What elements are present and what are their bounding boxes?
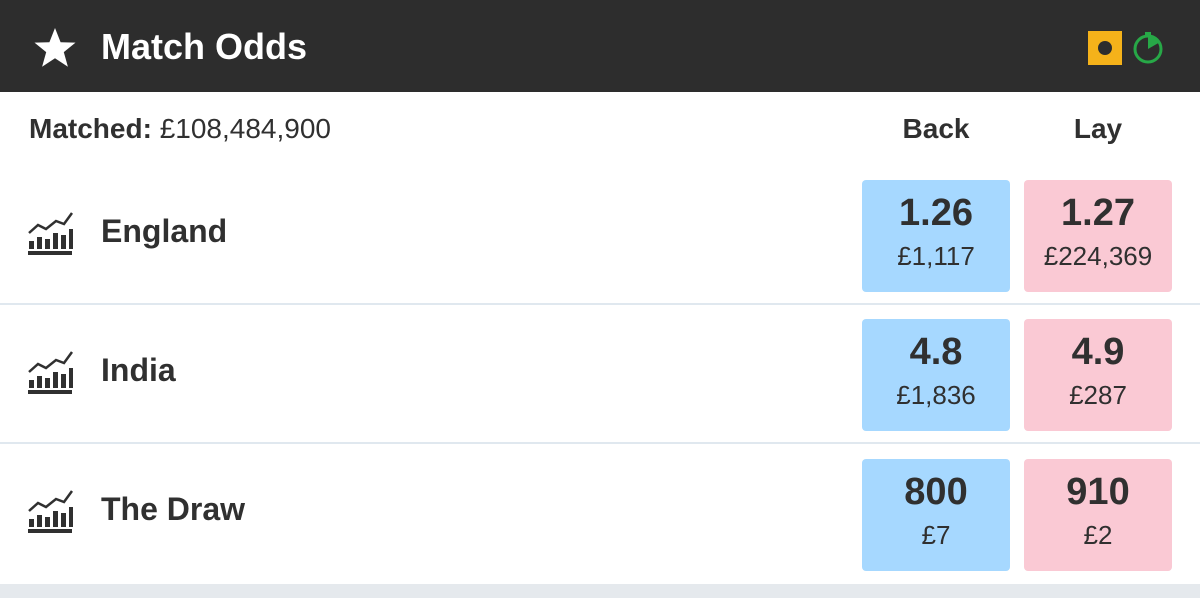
lay-amount: £224,369 — [1043, 241, 1153, 271]
back-odds: 4.8 — [909, 331, 963, 373]
runner-name: India — [101, 352, 176, 388]
lay-price-button[interactable]: 910 £2 — [1024, 459, 1172, 571]
lay-odds: 1.27 — [1061, 192, 1135, 234]
market-header: Match Odds — [0, 0, 1200, 92]
back-amount: £1,117 — [897, 241, 975, 271]
timer-icon — [1133, 32, 1163, 64]
market-title: Match Odds — [101, 26, 308, 67]
back-price-button[interactable]: 1.26 £1,117 — [862, 180, 1010, 292]
matched-amount: Matched: £108,484,900 — [29, 113, 331, 144]
price-chart-icon[interactable] — [26, 211, 74, 255]
live-indicator-icon — [1088, 31, 1122, 65]
lay-odds: 910 — [1066, 471, 1130, 513]
runner-name: England — [101, 213, 228, 249]
back-amount: £1,836 — [896, 380, 976, 410]
lay-amount: £287 — [1069, 380, 1127, 410]
price-chart-icon[interactable] — [26, 489, 74, 533]
runner-row: England 1.26 £1,117 1.27 £224,369 — [0, 166, 1200, 305]
footer-bar — [0, 584, 1200, 598]
runner-name: The Draw — [101, 491, 246, 527]
lay-column-header: Lay — [1073, 113, 1123, 144]
back-odds: 1.26 — [899, 192, 973, 234]
lay-price-button[interactable]: 1.27 £224,369 — [1024, 180, 1172, 292]
runner-row: India 4.8 £1,836 4.9 £287 — [0, 305, 1200, 444]
price-chart-icon[interactable] — [26, 350, 74, 394]
lay-price-button[interactable]: 4.9 £287 — [1024, 319, 1172, 431]
back-price-button[interactable]: 800 £7 — [862, 459, 1010, 571]
back-price-button[interactable]: 4.8 £1,836 — [862, 319, 1010, 431]
lay-amount: £2 — [1083, 520, 1113, 550]
back-odds: 800 — [904, 471, 968, 513]
back-column-header: Back — [902, 113, 970, 144]
star-icon[interactable] — [33, 26, 77, 70]
back-amount: £7 — [921, 520, 951, 550]
lay-odds: 4.9 — [1071, 331, 1125, 373]
runner-row: The Draw 800 £7 910 £2 — [0, 444, 1200, 583]
